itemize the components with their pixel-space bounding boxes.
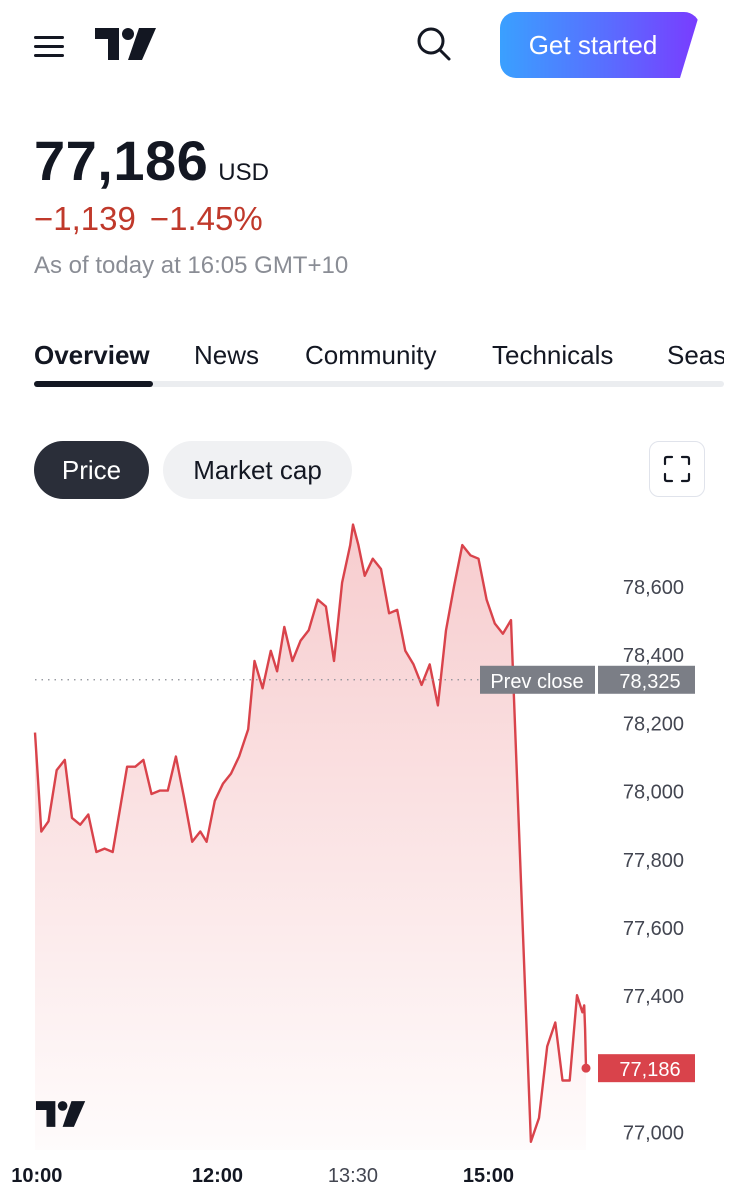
tab-community[interactable]: Community — [305, 340, 436, 371]
y-tick-label: 77,400 — [623, 986, 684, 1008]
y-tick-label: 78,200 — [623, 713, 684, 735]
prev-close-label: Prev close — [490, 671, 583, 693]
tab-overview[interactable]: Overview — [34, 340, 150, 371]
tab-bar: Overview News Community Technicals Seas — [34, 336, 724, 388]
currency-label: USD — [218, 159, 269, 186]
price-area-fill — [35, 524, 586, 1150]
tradingview-logo[interactable] — [95, 28, 157, 65]
y-tick-label: 78,000 — [623, 782, 684, 804]
x-tick-label: 10:00 — [11, 1165, 62, 1187]
x-tick-label: 13:30 — [328, 1165, 378, 1187]
as-of-timestamp: As of today at 16:05 GMT+10 — [34, 252, 349, 279]
search-icon[interactable] — [414, 24, 454, 64]
price-block: 77,186 USD — [34, 128, 269, 193]
hamburger-icon[interactable] — [34, 36, 64, 58]
change-percent: −1.45% — [149, 200, 263, 237]
prev-close-value: 78,325 — [619, 671, 680, 693]
y-tick-label: 78,600 — [623, 577, 684, 599]
x-tick-label: 12:00 — [192, 1165, 243, 1187]
get-started-button[interactable]: Get started — [500, 12, 700, 78]
tab-seasonals[interactable]: Seas — [667, 340, 724, 371]
tab-news[interactable]: News — [194, 340, 259, 371]
y-tick-label: 77,800 — [623, 850, 684, 872]
fullscreen-icon[interactable] — [649, 441, 705, 497]
y-tick-label: 78,400 — [623, 645, 684, 667]
market-cap-toggle-button[interactable]: Market cap — [163, 441, 352, 499]
tab-underline-active — [34, 381, 153, 387]
tradingview-watermark — [36, 1101, 86, 1132]
price-chart[interactable]: Prev close 78,325 78,600 78,400 78,200 78,00… — [0, 500, 740, 1200]
last-price-dot — [581, 1063, 591, 1073]
last-price: 77,186 — [34, 129, 209, 192]
x-tick-label: 15:00 — [463, 1165, 514, 1187]
tab-technicals[interactable]: Technicals — [492, 340, 613, 371]
price-toggle-button[interactable]: Price — [34, 441, 149, 499]
change-absolute: −1,139 — [34, 200, 136, 237]
top-bar: Get started — [0, 0, 740, 92]
y-tick-label: 77,600 — [623, 918, 684, 940]
price-change: −1,139 −1.45% — [34, 200, 263, 238]
last-price-value: 77,186 — [619, 1059, 680, 1081]
y-tick-label: 77,000 — [623, 1123, 684, 1145]
